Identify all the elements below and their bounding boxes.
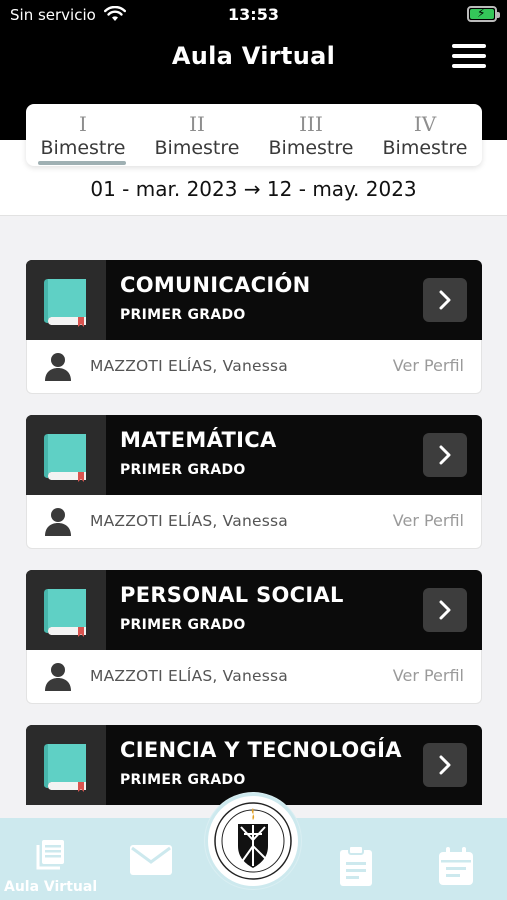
- view-profile-link[interactable]: Ver Perfil: [393, 511, 464, 530]
- tab-label: Bimestre: [268, 137, 354, 159]
- chevron-right-icon: [439, 290, 451, 310]
- book-icon: [44, 589, 86, 637]
- tab-label: Bimestre: [154, 137, 240, 159]
- clock: 13:53: [228, 5, 279, 24]
- chevron-right-icon: [439, 600, 451, 620]
- chevron-right-icon: [439, 755, 451, 775]
- view-profile-link[interactable]: Ver Perfil: [393, 666, 464, 685]
- date-range: 01 - mar. 2023 → 12 - may. 2023: [90, 177, 417, 201]
- nav-mail[interactable]: [125, 840, 177, 880]
- calendar-icon: [439, 847, 473, 885]
- course-header[interactable]: MATEMÁTICA PRIMER GRADO: [26, 415, 482, 495]
- teacher-row: MAZZOTI ELÍAS, Vanessa Ver Perfil: [26, 495, 482, 549]
- person-icon: [45, 508, 71, 536]
- teacher-name: MAZZOTI ELÍAS, Vanessa: [90, 667, 288, 685]
- teacher-row: MAZZOTI ELÍAS, Vanessa Ver Perfil: [26, 340, 482, 394]
- nav-aula-virtual[interactable]: Aula Virtual: [0, 818, 105, 900]
- book-icon: [44, 744, 86, 792]
- tab-roman-numeral: II: [189, 112, 205, 136]
- tab-roman-numeral: III: [299, 112, 323, 136]
- tab-bimestre-1[interactable]: I Bimestre: [26, 104, 140, 166]
- open-course-button[interactable]: [423, 588, 467, 632]
- nav-calendar[interactable]: [434, 846, 478, 890]
- book-stack-icon: [36, 840, 64, 870]
- person-icon: [45, 353, 71, 381]
- tab-roman-numeral: I: [79, 112, 87, 136]
- book-icon: [44, 279, 86, 327]
- page-title: Aula Virtual: [171, 42, 336, 70]
- course-icon-tile: [26, 415, 106, 495]
- open-course-button[interactable]: [423, 433, 467, 477]
- course-name: COMUNICACIÓN: [120, 273, 311, 297]
- tab-bimestre-4[interactable]: IV Bimestre: [368, 104, 482, 166]
- teacher-name: MAZZOTI ELÍAS, Vanessa: [90, 512, 288, 530]
- course-name: MATEMÁTICA: [120, 428, 277, 452]
- course-card: PERSONAL SOCIAL PRIMER GRADO MAZZOTI ELÍAS…: [26, 570, 482, 705]
- teacher-name: MAZZOTI ELÍAS, Vanessa: [90, 357, 288, 375]
- course-grade: PRIMER GRADO: [120, 772, 246, 788]
- nav-tasks[interactable]: [334, 846, 378, 890]
- chevron-right-icon: [439, 445, 451, 465]
- course-grade: PRIMER GRADO: [120, 462, 246, 478]
- clipboard-icon: [340, 846, 372, 886]
- nav-label-aula-virtual: Aula Virtual: [4, 879, 98, 895]
- course-name: CIENCIA Y TECNOLOGÍA: [120, 738, 402, 762]
- course-header[interactable]: COMUNICACIÓN PRIMER GRADO: [26, 260, 482, 340]
- tab-bimestre-2[interactable]: II Bimestre: [140, 104, 254, 166]
- status-bar: Sin servicio 13:53 ⚡: [0, 0, 507, 30]
- crest-logo: [214, 802, 292, 880]
- battery-icon: ⚡: [467, 6, 500, 22]
- course-card: COMUNICACIÓN PRIMER GRADO MAZZOTI ELÍAS, V…: [26, 260, 482, 395]
- course-icon-tile: [26, 725, 106, 805]
- tab-label: Bimestre: [382, 137, 468, 159]
- active-tab-indicator: [38, 161, 126, 165]
- course-grade: PRIMER GRADO: [120, 307, 246, 323]
- school-crest-button[interactable]: [205, 793, 301, 889]
- mail-icon: [130, 845, 172, 875]
- course-icon-tile: [26, 570, 106, 650]
- course-icon-tile: [26, 260, 106, 340]
- course-grade: PRIMER GRADO: [120, 617, 246, 633]
- tab-roman-numeral: IV: [413, 112, 437, 136]
- course-header[interactable]: PERSONAL SOCIAL PRIMER GRADO: [26, 570, 482, 650]
- teacher-row: MAZZOTI ELÍAS, Vanessa Ver Perfil: [26, 650, 482, 704]
- tab-bimestre-3[interactable]: III Bimestre: [254, 104, 368, 166]
- book-icon: [44, 434, 86, 482]
- view-profile-link[interactable]: Ver Perfil: [393, 356, 464, 375]
- course-card: MATEMÁTICA PRIMER GRADO MAZZOTI ELÍAS, Van…: [26, 415, 482, 550]
- tab-label: Bimestre: [40, 137, 126, 159]
- open-course-button[interactable]: [423, 743, 467, 787]
- hamburger-menu-button[interactable]: [452, 44, 486, 68]
- period-tabs: I Bimestre II Bimestre III Bimestre IV Bimestre: [26, 104, 482, 166]
- person-icon: [45, 663, 71, 691]
- course-name: PERSONAL SOCIAL: [120, 583, 344, 607]
- open-course-button[interactable]: [423, 278, 467, 322]
